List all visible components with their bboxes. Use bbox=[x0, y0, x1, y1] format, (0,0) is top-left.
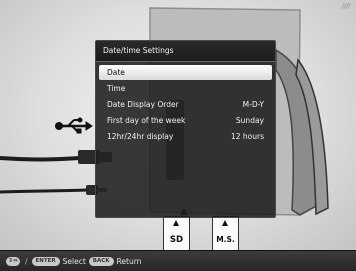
select-hint: Select bbox=[62, 256, 86, 266]
navigation-keys-icon: ⇕⇔ bbox=[6, 256, 20, 266]
menu-item-hour-display[interactable]: 12hr/24hr display 12 hours bbox=[99, 129, 272, 144]
menu-item-value: 12 hours bbox=[230, 132, 264, 141]
ms-card-label: M.S. bbox=[216, 235, 235, 244]
back-key-icon: BACK bbox=[88, 256, 114, 266]
menu-item-label: Date bbox=[107, 68, 125, 77]
menu-item-label: First day of the week bbox=[107, 116, 186, 125]
menu-item-first-day-of-week[interactable]: First day of the week Sunday bbox=[99, 113, 272, 128]
menu-item-value: Sunday bbox=[235, 116, 264, 125]
menu-item-value: M-D-Y bbox=[242, 100, 264, 109]
bottom-help-bar: ⇕⇔ / ENTER Select BACK Return bbox=[0, 250, 356, 271]
return-hint: Return bbox=[116, 256, 142, 266]
settings-menu: Date Time Date Display Order M-D-Y First… bbox=[96, 62, 275, 144]
enter-key-icon: ENTER bbox=[31, 256, 60, 266]
dialog-title: Date/time Settings bbox=[96, 41, 275, 62]
dc-cable bbox=[0, 185, 107, 195]
divider: / bbox=[25, 256, 28, 266]
menu-item-label: Date Display Order bbox=[107, 100, 179, 109]
ms-card: M.S. bbox=[212, 216, 239, 250]
menu-item-time[interactable]: Time bbox=[99, 81, 272, 96]
sd-card-label: SD bbox=[169, 235, 184, 245]
menu-item-label: Time bbox=[107, 84, 126, 93]
sd-card-arrow-icon bbox=[173, 220, 179, 226]
menu-item-date-display-order[interactable]: Date Display Order M-D-Y bbox=[99, 97, 272, 112]
datetime-settings-dialog: Date/time Settings Date Time Date Displa… bbox=[95, 40, 276, 218]
usb-icon bbox=[55, 117, 93, 134]
menu-item-label: 12hr/24hr display bbox=[107, 132, 174, 141]
menu-item-date[interactable]: Date bbox=[99, 65, 272, 80]
sd-card: SD bbox=[163, 216, 190, 250]
screen: //// SD M.S. Date/time Settings Date Tim… bbox=[0, 0, 356, 250]
ms-card-arrow-icon bbox=[222, 220, 228, 226]
